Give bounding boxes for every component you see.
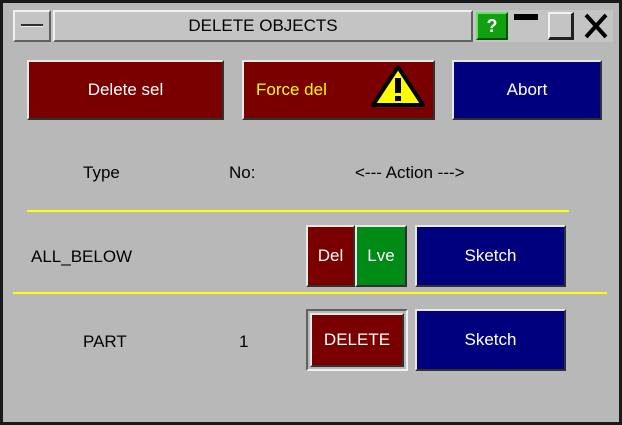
row-lve-button[interactable]: Lve: [355, 225, 407, 287]
row-delete-button[interactable]: DELETE: [310, 313, 404, 367]
row-delete-label: DELETE: [323, 330, 391, 349]
system-menu-button[interactable]: [13, 10, 51, 42]
row-type-all-below: ALL_BELOW: [31, 247, 133, 266]
warning-icon: [371, 65, 425, 107]
sketch-label: Sketch: [464, 246, 517, 265]
title-bar: DELETE OBJECTS ?: [13, 10, 613, 42]
row-lve-label: Lve: [367, 246, 395, 265]
row-del-label: Del: [317, 246, 344, 265]
delete-sel-label: Delete sel: [87, 80, 164, 99]
delete-sel-button[interactable]: Delete sel: [27, 60, 224, 120]
separator-line: [27, 210, 569, 212]
row-sketch-button-part[interactable]: Sketch: [415, 309, 566, 371]
abort-button[interactable]: Abort: [452, 60, 602, 120]
close-icon: [584, 13, 608, 39]
column-header-no: No:: [229, 163, 256, 182]
minimize-icon: [514, 14, 538, 20]
minimize-button[interactable]: [510, 10, 542, 42]
force-del-label: Force del: [256, 80, 327, 99]
maximize-button[interactable]: [544, 10, 578, 42]
delete-objects-window: DELETE OBJECTS ? Delete sel Force del Ab…: [0, 0, 622, 425]
column-header-action: <--- Action --->: [355, 163, 465, 182]
column-header-type: Type: [83, 163, 120, 182]
window-title: DELETE OBJECTS: [53, 10, 473, 42]
close-button[interactable]: [579, 10, 613, 42]
help-button[interactable]: ?: [476, 12, 508, 40]
row-no-part: 1: [239, 332, 249, 351]
row-type-part: PART: [83, 332, 127, 351]
system-menu-icon: [21, 24, 43, 27]
separator-line: [13, 292, 607, 294]
sketch-label: Sketch: [464, 330, 517, 349]
force-del-button[interactable]: Force del: [242, 60, 435, 120]
maximize-icon: [548, 12, 574, 40]
row-del-button[interactable]: Del: [306, 225, 355, 287]
row-sketch-button-all-below[interactable]: Sketch: [415, 225, 566, 287]
abort-label: Abort: [506, 80, 548, 99]
